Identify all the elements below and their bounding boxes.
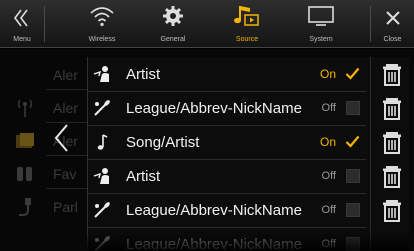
list-item-label: Fav: [53, 166, 77, 182]
tab-system[interactable]: System: [296, 0, 346, 48]
close-label: Close: [383, 36, 402, 43]
artist-icon: [93, 66, 109, 82]
close-icon: [385, 11, 400, 25]
checkmark-icon[interactable]: [345, 66, 360, 81]
sports-icon: [94, 100, 110, 116]
speakers-icon: [17, 167, 32, 181]
trash-icon[interactable]: [378, 129, 406, 155]
gear-icon: [163, 6, 183, 26]
general-label: General: [160, 36, 186, 43]
back-arrow-icon[interactable]: [52, 123, 70, 153]
list-item[interactable]: League/Abbrev-NickName Off: [88, 227, 366, 251]
checkbox[interactable]: [346, 101, 360, 115]
monitor-icon: [308, 6, 334, 26]
checkbox[interactable]: [346, 203, 360, 217]
wifi-icon: [90, 7, 114, 27]
list-item[interactable]: League/Abbrev-NickName Off: [88, 193, 366, 227]
status-on: On: [319, 135, 336, 149]
popup-panel: Artist On League/Abbrev-NickName Off Son…: [87, 57, 409, 251]
tab-wireless[interactable]: Wireless: [77, 0, 127, 48]
menu-button[interactable]: Menu: [0, 0, 44, 48]
list-item[interactable]: League/Abbrev-NickName Off: [88, 91, 366, 125]
status-off: Off: [321, 102, 336, 114]
list-item-label: Aler: [53, 100, 78, 116]
trash-icon[interactable]: [378, 61, 406, 87]
tab-general[interactable]: General: [148, 0, 198, 48]
source-label: Source: [235, 36, 259, 43]
list-item-label: Aler: [53, 67, 78, 83]
status-off: Off: [321, 204, 336, 216]
sports-icon: [94, 236, 110, 251]
close-button[interactable]: Close: [371, 0, 414, 48]
music-note-icon: [97, 134, 108, 150]
list-item-label: League/Abbrev-NickName: [126, 100, 302, 117]
list-item-label: League/Abbrev-NickName: [126, 236, 302, 251]
status-on: On: [319, 67, 336, 81]
folder-icon: [16, 133, 34, 148]
wireless-label: Wireless: [88, 36, 116, 43]
tab-source[interactable]: Source: [222, 0, 272, 48]
trash-icon[interactable]: [378, 95, 406, 121]
menu-label: Menu: [13, 36, 31, 43]
system-label: System: [309, 36, 333, 43]
list-item-label: Parl: [53, 199, 78, 215]
trash-icon[interactable]: [378, 163, 406, 189]
antenna-icon: [17, 99, 33, 117]
status-off: Off: [321, 238, 336, 250]
status-off: Off: [321, 170, 336, 182]
list-item[interactable]: Artist Off: [88, 159, 366, 193]
list-item-label: Artist: [126, 168, 161, 185]
checkmark-icon[interactable]: [345, 134, 360, 149]
list-item[interactable]: Artist On: [88, 57, 366, 91]
double-chevron-left-icon: [14, 9, 28, 27]
top-navigation-bar: Menu Wireless General Source System Clos…: [0, 0, 414, 48]
checkbox[interactable]: [346, 237, 360, 251]
artist-icon: [93, 168, 109, 184]
list-item-label: Artist: [126, 66, 161, 83]
sports-icon: [94, 202, 110, 218]
source-music-icon: [234, 6, 259, 26]
list-item[interactable]: Song/Artist On: [88, 125, 366, 159]
cable-icon: [19, 198, 31, 216]
list-item-label: League/Abbrev-NickName: [126, 202, 302, 219]
checkbox[interactable]: [346, 169, 360, 183]
list-item-label: Song/Artist: [126, 134, 200, 151]
trash-icon[interactable]: [378, 197, 406, 223]
